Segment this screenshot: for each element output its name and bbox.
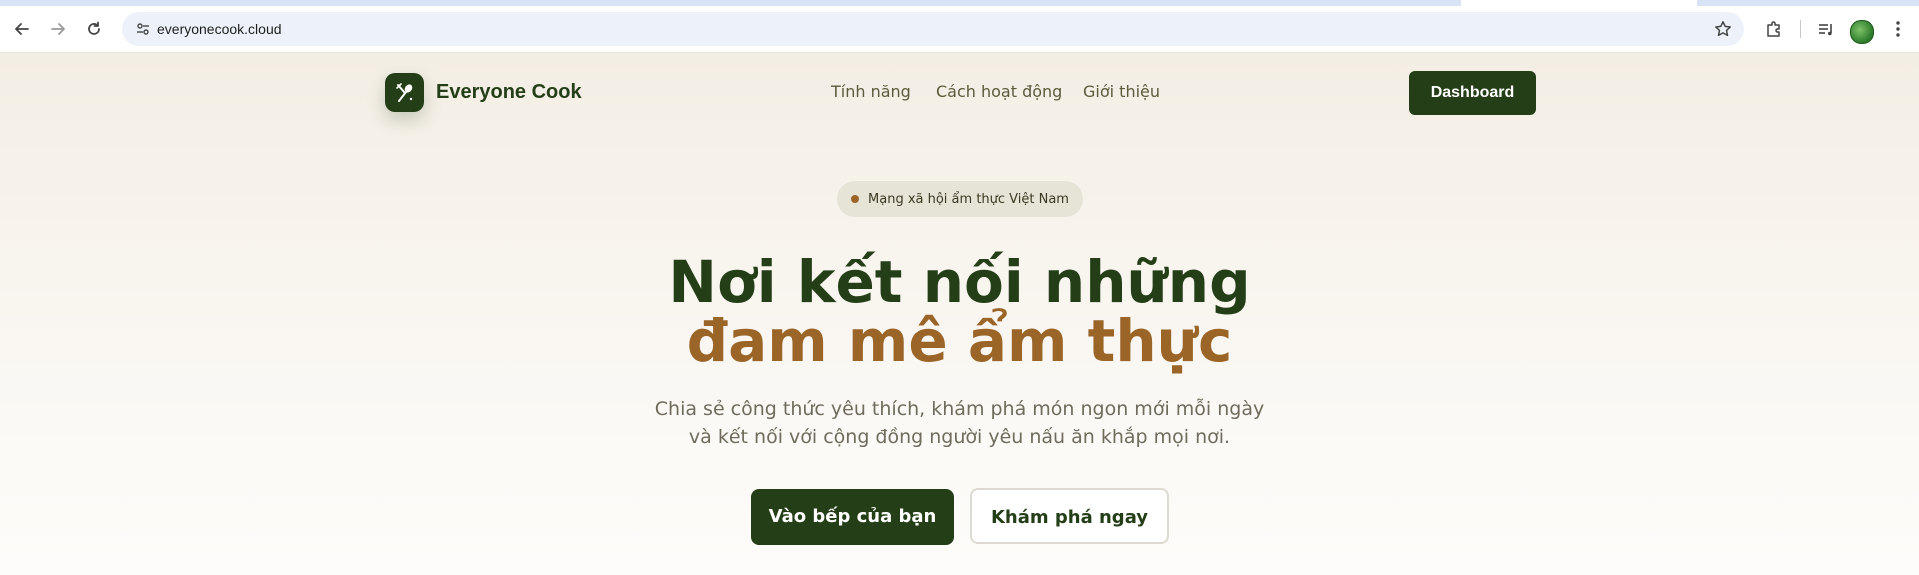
landing-page: Everyone Cook Tính năng Cách hoạt động G… [0, 53, 1919, 575]
address-bar[interactable]: everyonecook.cloud [122, 12, 1744, 46]
menu-icon[interactable] [1886, 6, 1910, 52]
hero-subtitle-line-1: Chia sẻ công thức yêu thích, khám phá mó… [654, 398, 1265, 420]
hero-title-line-2: đam mê ẩm thực [686, 307, 1233, 375]
site-info-icon[interactable] [130, 16, 156, 42]
utensils-icon [395, 82, 412, 102]
url-text[interactable]: everyonecook.cloud [157, 12, 282, 46]
nav-link-features[interactable]: Tính năng [831, 69, 911, 115]
bookmark-star-icon[interactable] [1714, 12, 1732, 46]
nav-link-how-it-works[interactable]: Cách hoạt động [936, 69, 1062, 115]
badge-dot-icon [851, 195, 860, 203]
extensions-icon[interactable] [1760, 6, 1788, 52]
nav-link-about[interactable]: Giới thiệu [1083, 69, 1160, 115]
hero-subtitle-line-2: và kết nối với cộng đồng người yêu nấu ă… [688, 426, 1231, 448]
toolbar-divider [1796, 6, 1804, 52]
brand-name[interactable]: Everyone Cook [436, 69, 582, 115]
profile-avatar[interactable] [1850, 20, 1874, 44]
dashboard-button[interactable]: Dashboard [1409, 71, 1536, 115]
badge-text: Mạng xã hội ẩm thực Việt Nam [868, 191, 1069, 207]
reload-icon[interactable] [80, 6, 108, 52]
browser-toolbar: everyonecook.cloud [0, 6, 1919, 53]
back-icon[interactable] [8, 6, 36, 52]
hero-badge: Mạng xã hội ẩm thực Việt Nam [837, 181, 1083, 217]
forward-icon[interactable] [44, 6, 72, 52]
brand-logo[interactable] [385, 73, 424, 112]
enter-kitchen-button[interactable]: Vào bếp của bạn [751, 489, 954, 545]
reading-list-icon[interactable] [1812, 6, 1840, 52]
explore-now-button[interactable]: Khám phá ngay [970, 488, 1169, 544]
hero-title-line-1: Nơi kết nối những [668, 248, 1251, 316]
